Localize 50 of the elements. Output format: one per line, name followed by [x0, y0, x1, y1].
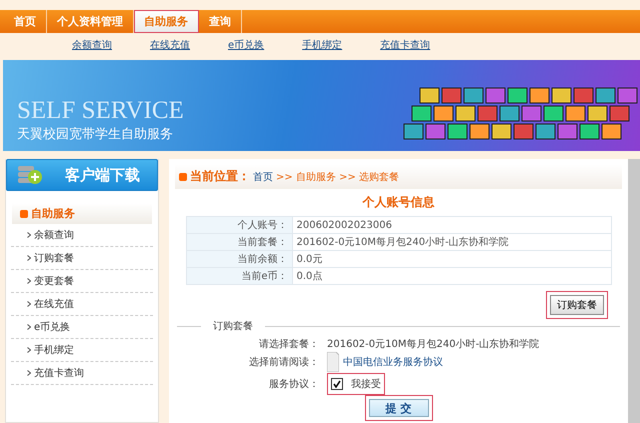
server-plus-icon [17, 164, 43, 186]
breadcrumb-path: >> 自助服务 >> 选购套餐 [276, 170, 400, 184]
bullet-icon [179, 172, 187, 180]
sidebar-item[interactable]: e币兑换 [11, 316, 153, 339]
banner-subtitle: 天翼校园宽带学生自助服务 [17, 126, 174, 143]
field-value: 201602-0元10M每月包240小时-山东协和学院 [292, 234, 611, 250]
field-value: 0.0元 [292, 250, 611, 268]
checkmark-icon [333, 380, 341, 388]
sub-nav-link[interactable]: 手机绑定 [302, 38, 342, 52]
sub-nav-link[interactable]: 充值卡查询 [380, 38, 430, 52]
checkbox[interactable] [331, 378, 343, 390]
breadcrumb-label: 当前位置： [190, 168, 250, 185]
field-label: 服务协议： [268, 378, 319, 391]
field-label: 当前余额： [186, 250, 292, 268]
field-value: 0.0点 [292, 268, 611, 284]
submit-button[interactable]: 提 交 [368, 399, 428, 417]
chevron-icon [27, 255, 31, 261]
field-label: 选择前请阅读： [249, 356, 319, 369]
sidebar-item[interactable]: 在线充值 [11, 293, 153, 316]
field-value: 201602-0元10M每月包240小时-山东协和学院 [327, 338, 540, 351]
breadcrumb-link[interactable]: 首页 [253, 170, 273, 184]
document-icon [327, 352, 339, 372]
chevron-icon [27, 232, 31, 238]
field-label: 当前套餐： [186, 234, 292, 250]
field-label: 当前e币： [186, 268, 292, 284]
sidebar-item[interactable]: 充值卡查询 [11, 362, 153, 385]
field-value: 200602002023006 [292, 216, 611, 234]
field-label: 请选择套餐： [258, 338, 319, 351]
sub-nav-link[interactable]: 在线充值 [150, 38, 190, 52]
chevron-icon [27, 370, 31, 376]
agreement-link[interactable]: 中国电信业务服务协议 [343, 355, 443, 369]
sidebar-item[interactable]: 手机绑定 [11, 339, 153, 362]
chevron-icon [27, 278, 31, 284]
chevron-icon [27, 324, 31, 330]
chevron-icon [27, 347, 31, 353]
banner-title: SELF SERVICE [17, 98, 185, 123]
sidebar-item[interactable]: 变更套餐 [11, 270, 153, 293]
section-title: 个人账号信息 [362, 194, 434, 211]
sidebar-item[interactable]: 订购套餐 [11, 247, 153, 270]
sidebar-section-title: 自助服务 [31, 206, 75, 221]
sub-nav-link[interactable]: e币兑换 [228, 38, 264, 52]
order-package-button[interactable]: 订购套餐 [550, 295, 604, 315]
fieldset-legend: 订购套餐 [213, 319, 253, 333]
checkbox-label: 我接受 [351, 378, 381, 391]
sub-nav-link[interactable]: 余额查询 [72, 38, 112, 52]
bullet-icon [20, 210, 28, 218]
sidebar-item[interactable]: 余额查询 [11, 224, 153, 247]
field-label: 个人账号： [186, 216, 292, 234]
scrollbar[interactable] [628, 159, 640, 423]
chevron-icon [27, 301, 31, 307]
